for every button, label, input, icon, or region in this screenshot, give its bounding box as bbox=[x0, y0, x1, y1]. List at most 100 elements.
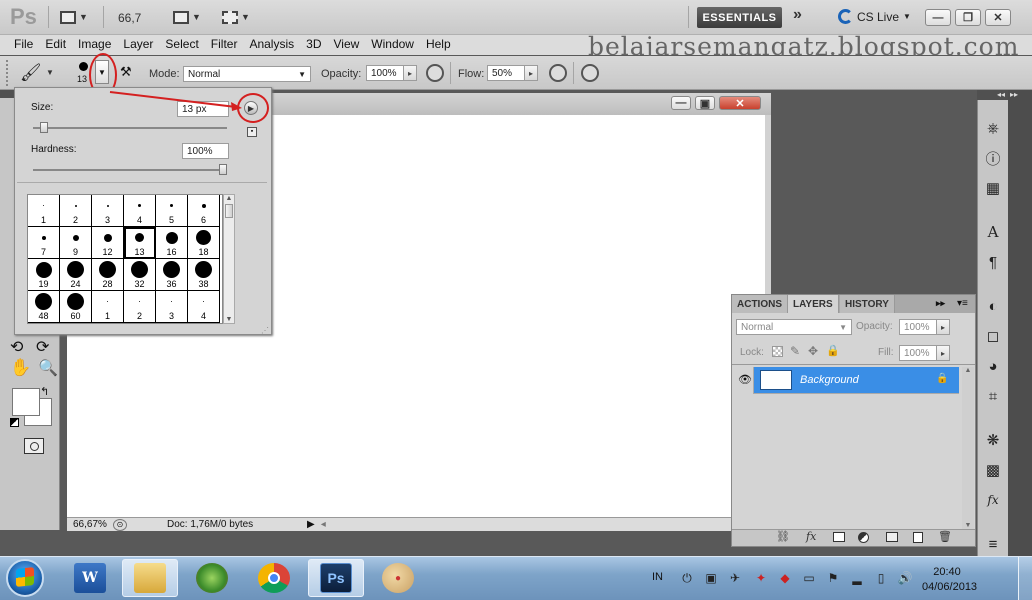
brush-preset-1[interactable]: 1 bbox=[28, 195, 60, 227]
swap-colors-icon[interactable]: ↰ bbox=[40, 385, 49, 398]
layer-style-fx-icon[interactable]: fx bbox=[806, 530, 816, 543]
scroll-down-icon[interactable]: ▼ bbox=[962, 522, 974, 529]
brush-preset-20[interactable]: 60 bbox=[60, 291, 92, 323]
layer-opacity-toggle[interactable]: ▸ bbox=[936, 319, 950, 335]
menu-help[interactable]: Help bbox=[420, 35, 457, 55]
chevron-down-icon[interactable]: ▼ bbox=[46, 68, 54, 77]
brush-preset-18[interactable]: 38 bbox=[188, 259, 220, 291]
options-bar-grip[interactable] bbox=[6, 60, 10, 86]
brush-panel-icon[interactable]: ⚒ bbox=[120, 64, 132, 80]
brush-preset-10[interactable]: 13 bbox=[124, 227, 156, 259]
volume-icon[interactable]: 🔊 bbox=[898, 571, 913, 585]
opacity-slider-toggle[interactable]: ▸ bbox=[403, 65, 417, 81]
3d-orbit-tool-icon[interactable]: ⟳ bbox=[36, 337, 49, 357]
brush-preset-12[interactable]: 18 bbox=[188, 227, 220, 259]
menu-image[interactable]: Image bbox=[72, 35, 117, 55]
taskbar-explorer[interactable] bbox=[122, 559, 178, 597]
menu-layer[interactable]: Layer bbox=[117, 35, 159, 55]
scroll-left-icon[interactable]: ◂ bbox=[321, 519, 326, 530]
menu-filter[interactable]: Filter bbox=[205, 35, 244, 55]
scroll-up-icon[interactable]: ▲ bbox=[224, 195, 234, 202]
tab-layers[interactable]: LAYERS bbox=[788, 295, 839, 313]
3d-rotate-tool-icon[interactable]: ⟲ bbox=[10, 337, 23, 357]
brush-preset-15[interactable]: 28 bbox=[92, 259, 124, 291]
navigator-icon[interactable]: ⎈ bbox=[983, 118, 1003, 138]
workspace-essentials-button[interactable]: ESSENTIALS bbox=[697, 7, 782, 28]
brush-preset-11[interactable]: 16 bbox=[156, 227, 188, 259]
clock[interactable]: 20:40 04/06/2013 bbox=[922, 565, 977, 595]
brush-preset-19[interactable]: 48 bbox=[28, 291, 60, 323]
brush-preset-2[interactable]: 2 bbox=[60, 195, 92, 227]
brush-preset-3[interactable]: 3 bbox=[92, 195, 124, 227]
foreground-color-swatch[interactable] bbox=[12, 388, 40, 416]
brush-preset-14[interactable]: 24 bbox=[60, 259, 92, 291]
masks-icon[interactable]: ⌗ bbox=[983, 386, 1003, 406]
tray-icon-1[interactable]: ⏻ bbox=[680, 571, 694, 585]
taskbar-app[interactable] bbox=[184, 559, 240, 597]
brush-preset-6[interactable]: 6 bbox=[188, 195, 220, 227]
channels-icon[interactable]: ≡ bbox=[983, 534, 1003, 554]
flow-input[interactable]: 50% bbox=[487, 65, 525, 81]
taskbar-photoshop[interactable]: Ps bbox=[308, 559, 364, 597]
panel-menu-icon[interactable]: ▾≡ bbox=[957, 298, 968, 309]
hardness-slider-knob[interactable] bbox=[219, 164, 227, 175]
taskbar-word[interactable]: W bbox=[62, 559, 118, 597]
resize-grip-icon[interactable]: ⋰ bbox=[261, 326, 269, 335]
brush-preset-13[interactable]: 19 bbox=[28, 259, 60, 291]
blend-mode-select[interactable]: Normal ▼ bbox=[736, 319, 852, 335]
close-window-button[interactable]: ✕ bbox=[985, 9, 1011, 26]
brush-preset-9[interactable]: 12 bbox=[92, 227, 124, 259]
tray-icon-7[interactable]: ⚑ bbox=[826, 571, 840, 585]
status-share-icon[interactable]: ⊙ bbox=[113, 518, 127, 531]
tray-icon-5[interactable]: ◆ bbox=[778, 571, 792, 585]
brush-presets-icon[interactable]: ◐ bbox=[983, 296, 1003, 316]
expand-dock-icon[interactable]: ▸▸ bbox=[1010, 90, 1018, 99]
hardness-input[interactable]: 100% bbox=[182, 143, 229, 159]
color-grid-icon[interactable]: ▩ bbox=[983, 460, 1003, 480]
layer-row-background[interactable]: Background 🔒 bbox=[754, 367, 959, 394]
menu-edit[interactable]: Edit bbox=[39, 35, 72, 55]
brush-tool-preset-icon[interactable]: 🖌 bbox=[20, 63, 42, 83]
fx-adjustments-icon[interactable]: fx bbox=[983, 490, 1003, 510]
hand-tool-icon[interactable]: ✋ bbox=[10, 358, 31, 378]
cs-live-button[interactable]: CS Live ▼ bbox=[838, 9, 911, 24]
doc-minimize-button[interactable]: — bbox=[671, 96, 691, 110]
fill-toggle[interactable]: ▸ bbox=[936, 345, 950, 361]
lock-transparency-icon[interactable] bbox=[772, 346, 783, 357]
styles-icon[interactable]: ◕ bbox=[983, 356, 1003, 376]
minimize-window-button[interactable]: — bbox=[925, 9, 951, 26]
doc-close-button[interactable]: ✕ bbox=[719, 96, 761, 110]
menu-window[interactable]: Window bbox=[365, 35, 420, 55]
brush-preset-22[interactable]: 2 bbox=[124, 291, 156, 323]
screen-mode-button[interactable]: ▼ bbox=[222, 8, 250, 26]
presets-scrollbar[interactable]: ▲ ▼ bbox=[223, 194, 235, 324]
flow-slider-toggle[interactable]: ▸ bbox=[524, 65, 538, 81]
taskbar-paint[interactable]: ● bbox=[370, 559, 426, 597]
quick-mask-button[interactable] bbox=[24, 438, 44, 454]
tray-icon-2[interactable]: ▣ bbox=[704, 571, 718, 585]
adjustment-layer-icon[interactable] bbox=[858, 532, 869, 543]
lock-image-icon[interactable]: ✎ bbox=[790, 344, 800, 358]
new-preset-icon[interactable]: ▪ bbox=[247, 127, 257, 137]
brush-preset-16[interactable]: 32 bbox=[124, 259, 156, 291]
pressure-opacity-icon[interactable] bbox=[426, 64, 444, 82]
restore-window-button[interactable]: ❐ bbox=[955, 9, 981, 26]
hardness-slider-track[interactable] bbox=[33, 169, 227, 171]
character-icon[interactable]: A bbox=[983, 222, 1003, 242]
menu-3d[interactable]: 3D bbox=[300, 35, 327, 55]
brush-presets-grid[interactable]: 1 2 3 4 5 6 7 9 12 13 16 18 19 24 28 32 36 38 48 60 1 2 3 4 bbox=[27, 194, 223, 324]
zoom-tool-icon[interactable]: 🔍 bbox=[38, 358, 58, 378]
clone-source-icon[interactable]: ◻ bbox=[983, 326, 1003, 346]
airbrush-icon[interactable] bbox=[549, 64, 567, 82]
menu-view[interactable]: View bbox=[327, 35, 365, 55]
more-workspaces-icon[interactable]: » bbox=[793, 6, 802, 24]
arrange-documents-button[interactable]: ▼ bbox=[173, 8, 201, 26]
opacity-input[interactable]: 100% bbox=[366, 65, 404, 81]
swatches-icon[interactable]: ❋ bbox=[983, 430, 1003, 450]
brush-preset-4[interactable]: 4 bbox=[124, 195, 156, 227]
layer-opacity-input[interactable]: 100% bbox=[899, 319, 937, 335]
signal-icon[interactable]: ▂ bbox=[850, 571, 864, 585]
collapse-panel-icon[interactable]: ▸▸ bbox=[936, 298, 945, 309]
size-slider-knob[interactable] bbox=[40, 122, 49, 133]
launch-bridge-button[interactable]: ▼ bbox=[60, 8, 88, 26]
